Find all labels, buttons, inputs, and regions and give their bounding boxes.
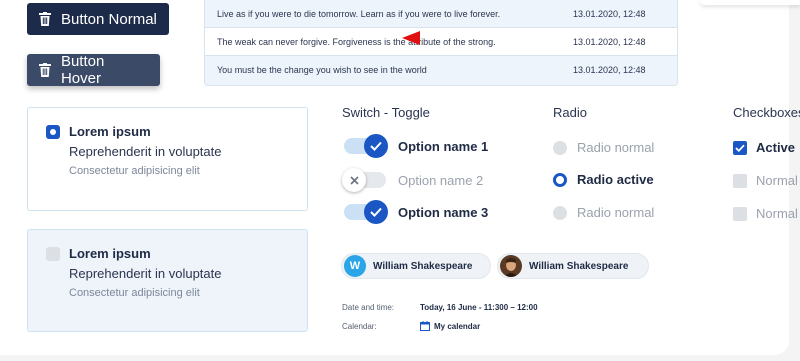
toggle-label: Option name 2 [398,172,484,188]
radio-label: Radio active [577,172,654,187]
toggle-option-1[interactable]: Option name 1 [344,134,489,158]
toggle-option-3[interactable]: Option name 3 [344,200,489,224]
button-normal-label: Button Normal [61,10,157,28]
date-value: Today, 16 June - 11:300 – 12:00 [420,303,538,312]
quotes-table: Live as if you were to die tomorrow. Lea… [204,0,678,86]
checkbox-label: Normal [756,173,798,188]
avatar-initial: W [344,255,366,277]
checkbox[interactable] [733,206,747,221]
selectable-card[interactable]: Lorem ipsum Reprehenderit in voluptate C… [27,229,308,332]
date-value-text: Today, 16 June - 11:300 – 12:00 [420,303,538,312]
toggle-switch[interactable] [344,200,388,224]
radio-label: Radio normal [577,205,655,220]
checkbox-section-title: Checkboxes [733,105,800,120]
toggle-label: Option name 1 [398,138,489,154]
button-normal[interactable]: Button Normal [27,3,169,35]
top-right-card-edge [700,0,800,5]
switch-section-title: Switch - Toggle [342,105,430,120]
radio-button[interactable] [553,140,567,155]
checkbox-label: Active [756,140,796,155]
trash-icon [39,63,51,77]
radio-option-2[interactable]: Radio active [553,172,654,187]
radio-option-3[interactable]: Radio normal [553,205,654,220]
radio-button-active[interactable] [553,172,567,187]
radio-button[interactable] [553,205,567,220]
radio-label: Radio normal [577,140,655,155]
quote-text: You must be the change you wish to see i… [217,65,427,75]
close-icon [342,168,366,192]
table-row[interactable]: You must be the change you wish to see i… [205,56,677,84]
checkbox-option-3[interactable]: Normal [733,206,798,221]
check-icon [364,200,388,224]
selectable-card-selected[interactable]: Lorem ipsum Reprehenderit in voluptate C… [27,107,308,211]
calendar-link[interactable]: My calendar [420,321,480,331]
quote-date: 13.01.2020, 12:48 [573,65,646,75]
card-checkbox[interactable] [46,246,60,261]
check-icon [364,134,388,158]
checkbox-label: Normal [756,206,798,221]
calendar-icon [420,321,430,331]
user-chip[interactable]: William Shakespeare [497,253,649,279]
user-chip[interactable]: W William Shakespeare [341,253,491,279]
radio-option-1[interactable]: Radio normal [553,140,654,155]
chip-name: William Shakespeare [529,260,629,272]
checkbox[interactable] [733,173,747,188]
checkbox-checked[interactable] [733,140,747,155]
card-title: Lorem ipsum [69,246,151,261]
button-hover-label: Button Hover [60,53,105,87]
pointer-arrow-icon [402,31,420,45]
card-description: Consectetur adipisicing elit [69,287,200,299]
quote-date: 13.01.2020, 12:48 [573,8,646,19]
card-title: Lorem ipsum [69,124,151,139]
toggle-label: Option name 3 [398,204,489,220]
toggle-option-2[interactable]: Option name 2 [342,168,484,192]
radio-section-title: Radio [553,105,587,120]
card-radio-selected[interactable] [46,124,60,139]
avatar [500,255,522,277]
chip-name: William Shakespeare [373,260,473,272]
calendar-label: Calendar: [342,322,377,331]
toggle-switch[interactable] [344,134,388,158]
quote-date: 13.01.2020, 12:48 [573,36,646,47]
card-subtitle: Reprehenderit in voluptate [69,144,222,159]
table-row[interactable]: Live as if you were to die tomorrow. Lea… [205,0,677,28]
table-row[interactable]: The weak can never forgive. Forgiveness … [205,28,677,56]
toggle-switch[interactable] [342,168,386,192]
card-description: Consectetur adipisicing elit [69,165,200,177]
calendar-value: My calendar [434,321,481,331]
button-hover[interactable]: Button Hover [27,53,160,87]
quote-text: Live as if you were to die tomorrow. Lea… [217,8,501,19]
card-subtitle: Reprehenderit in voluptate [69,266,222,281]
trash-icon [39,12,51,26]
checkbox-option-2[interactable]: Normal [733,173,798,188]
checkbox-option-1[interactable]: Active [733,140,795,155]
quote-text: The weak can never forgive. Forgiveness … [217,36,496,47]
date-label: Date and time: [342,303,395,312]
check-icon [735,144,745,152]
